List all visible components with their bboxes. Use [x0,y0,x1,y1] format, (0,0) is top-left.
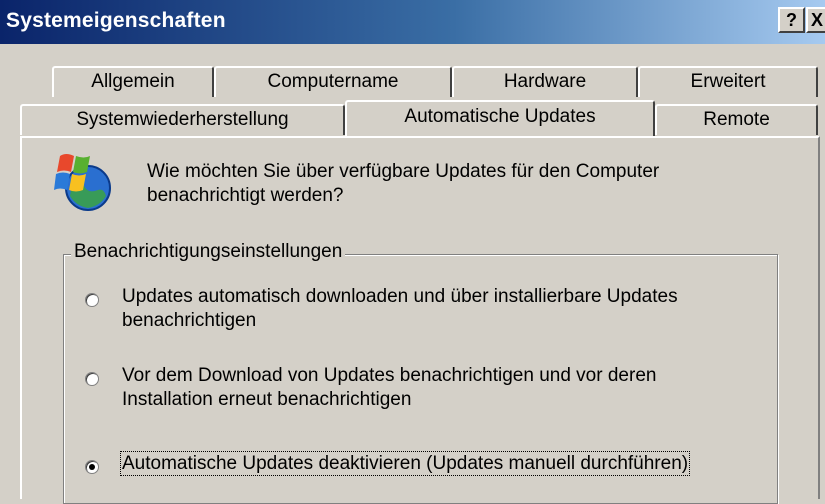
title-bar[interactable]: Systemeigenschaften ? X [0,0,825,44]
option-3-line-1: Automatische Updates deaktivieren (Updat… [119,451,691,476]
tab-remote[interactable]: Remote [655,104,818,135]
option-disable-updates-label[interactable]: Automatische Updates deaktivieren (Updat… [119,451,772,476]
option-1-line-2: benachrichtigen [122,310,257,331]
radio-auto-download[interactable] [85,293,99,307]
help-button[interactable]: ? [778,7,805,33]
group-legend: Benachrichtigungseinstellungen [71,241,346,263]
windows-update-globe-icon [54,154,111,211]
tab-allgemein[interactable]: Allgemein [52,66,214,97]
tab-erweitert[interactable]: Erweitert [638,66,818,97]
option-notify-before-download-label[interactable]: Vor dem Download von Updates benachricht… [122,364,772,412]
window-title: Systemeigenschaften [6,9,226,32]
option-auto-download-label[interactable]: Updates automatisch downloaden und über … [122,285,772,333]
question-line-1: Wie möchten Sie über verfügbare Updates … [147,161,660,182]
option-2-line-1: Vor dem Download von Updates benachricht… [122,365,657,386]
option-2-line-2: Installation erneut benachrichtigen [122,389,412,410]
radio-disable-updates[interactable] [85,460,99,474]
question-line-2: benachrichtigt werden? [147,185,344,206]
tab-hardware[interactable]: Hardware [452,66,638,97]
close-button[interactable]: X [806,7,825,33]
tab-automatische-updates[interactable]: Automatische Updates [345,100,655,136]
radio-notify-before-download[interactable] [85,372,99,386]
tab-computername[interactable]: Computername [214,66,452,97]
question-text: Wie möchten Sie über verfügbare Updates … [147,160,767,208]
tab-systemwiederherstellung[interactable]: Systemwiederherstellung [20,104,345,135]
option-1-line-1: Updates automatisch downloaden und über … [122,286,678,307]
